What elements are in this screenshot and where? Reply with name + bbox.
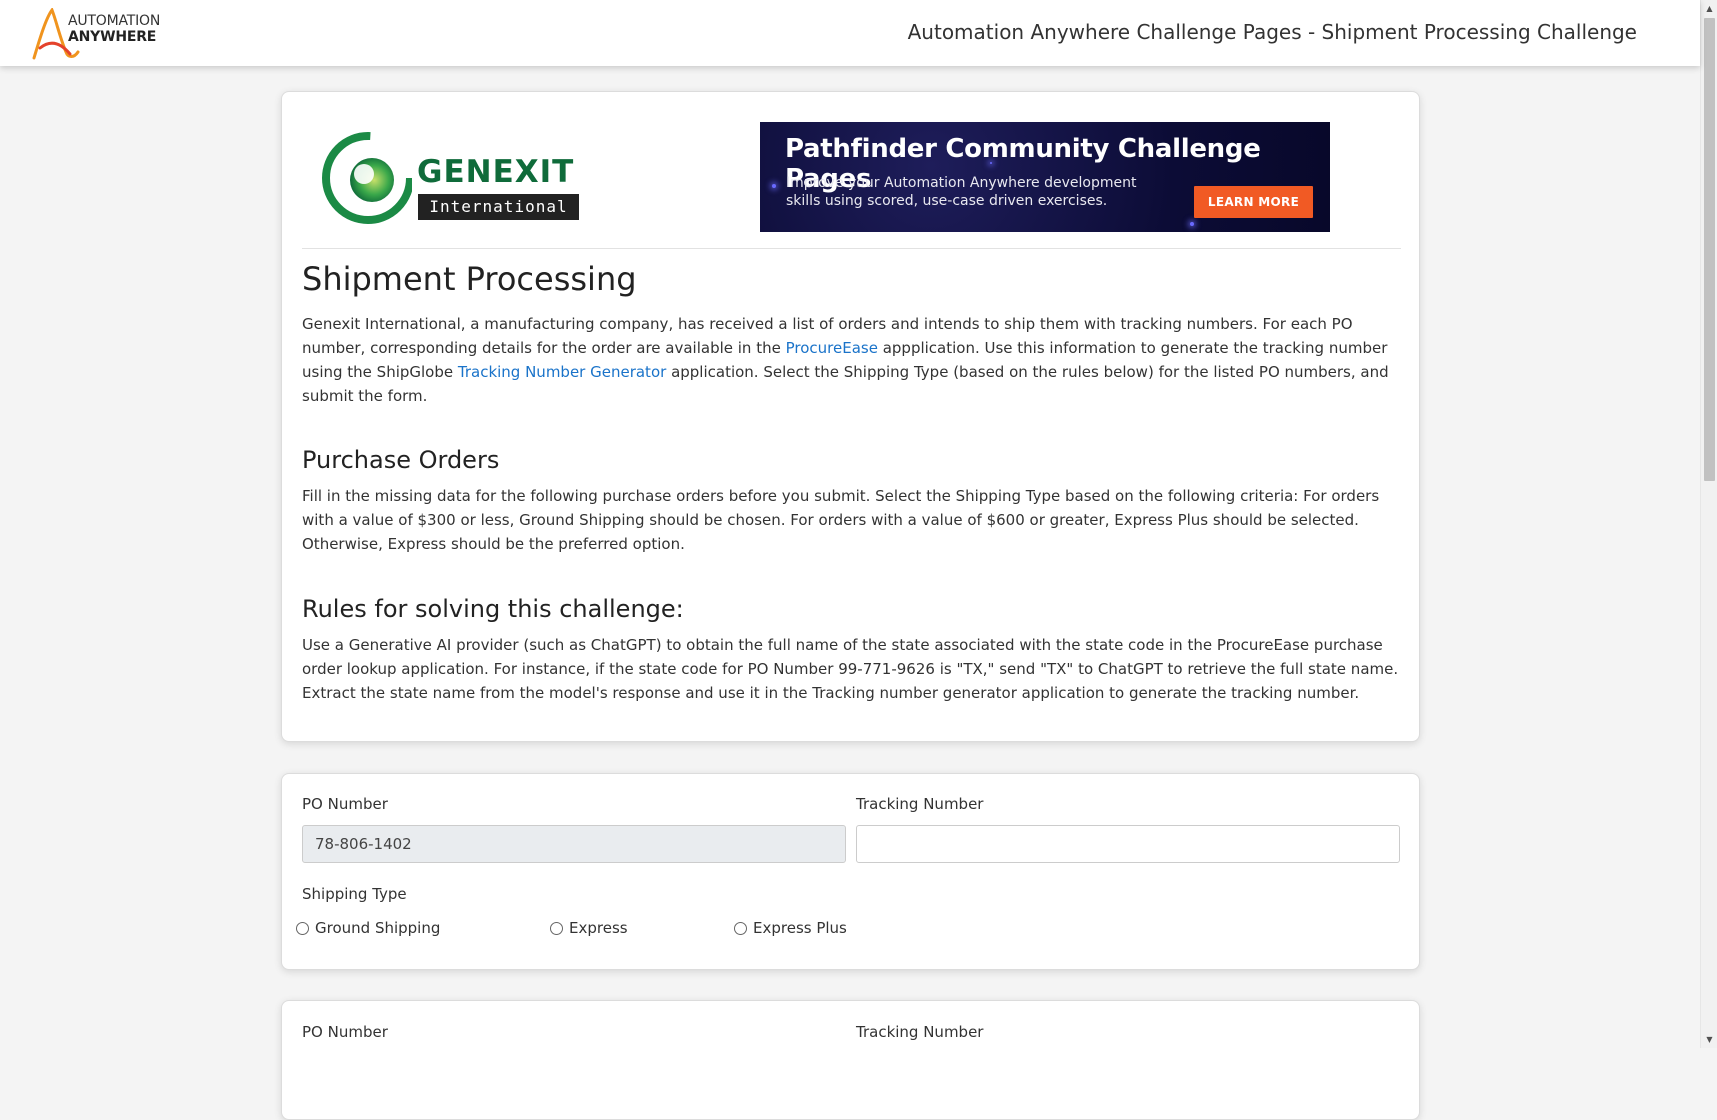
intro-paragraph: Genexit International, a manufacturing c… bbox=[302, 312, 1404, 408]
procureease-link[interactable]: ProcureEase bbox=[786, 339, 878, 357]
tracking-number-label: Tracking Number bbox=[856, 1023, 984, 1041]
ground-shipping-label: Ground Shipping bbox=[315, 919, 441, 937]
genexit-wordmark: GENEXIT bbox=[417, 154, 575, 190]
banner-star-decoration bbox=[1190, 222, 1194, 226]
scroll-down-arrow-icon[interactable]: ▼ bbox=[1701, 1031, 1717, 1048]
logo-wordmark: AUTOMATION ANYWHERE bbox=[68, 13, 160, 45]
genexit-logo: GENEXIT International bbox=[322, 132, 592, 227]
page-header-title: Automation Anywhere Challenge Pages - Sh… bbox=[907, 20, 1637, 44]
radio-circle-icon[interactable] bbox=[550, 921, 563, 935]
genexit-swirl-icon bbox=[322, 132, 412, 224]
shipping-type-radio-group: Ground Shipping Express Express Plus bbox=[296, 917, 1096, 941]
po-number-label: PO Number bbox=[302, 795, 388, 813]
banner-subtitle: Improve your Automation Anywhere develop… bbox=[786, 175, 1137, 209]
scrollbar-thumb[interactable] bbox=[1704, 18, 1715, 481]
purchase-orders-paragraph: Fill in the missing data for the followi… bbox=[302, 487, 1380, 553]
automation-anywhere-logo[interactable]: AUTOMATION ANYWHERE bbox=[30, 8, 170, 60]
top-navbar: AUTOMATION ANYWHERE Automation Anywhere … bbox=[0, 0, 1700, 66]
logo-line-1: AUTOMATION bbox=[68, 13, 161, 29]
pathfinder-banner[interactable]: Pathfinder Community Challenge Pages Imp… bbox=[760, 122, 1330, 232]
page-scrollbar[interactable]: ▲ ▼ bbox=[1700, 0, 1717, 1048]
tracking-number-generator-link[interactable]: Tracking Number Generator bbox=[458, 363, 666, 381]
intro-card: GENEXIT International Pathfinder Communi… bbox=[281, 91, 1420, 742]
purchase-orders-heading: Purchase Orders bbox=[302, 446, 500, 474]
shipping-type-label: Shipping Type bbox=[302, 885, 407, 903]
rules-paragraph: Use a Generative AI provider (such as Ch… bbox=[302, 636, 1399, 702]
po-form-card: PO Number 78-806-1402 Tracking Number Sh… bbox=[281, 773, 1420, 970]
po-number-input[interactable]: 78-806-1402 bbox=[302, 825, 846, 863]
radio-circle-icon[interactable] bbox=[296, 921, 309, 935]
po-form-card: PO Number Tracking Number bbox=[281, 1000, 1420, 1120]
genexit-subtitle: International bbox=[418, 194, 579, 220]
express-plus-label: Express Plus bbox=[753, 919, 847, 937]
header-divider bbox=[302, 248, 1401, 249]
scroll-up-arrow-icon[interactable]: ▲ bbox=[1701, 0, 1717, 17]
ground-shipping-radio[interactable]: Ground Shipping bbox=[296, 917, 440, 939]
banner-star-decoration bbox=[772, 184, 776, 188]
express-label: Express bbox=[569, 919, 628, 937]
logo-line-2: ANYWHERE bbox=[68, 29, 157, 45]
tracking-number-input[interactable] bbox=[856, 825, 1400, 863]
learn-more-button[interactable]: LEARN MORE bbox=[1194, 186, 1313, 218]
tracking-number-label: Tracking Number bbox=[856, 795, 984, 813]
express-plus-radio[interactable]: Express Plus bbox=[734, 917, 847, 939]
radio-circle-icon[interactable] bbox=[734, 921, 747, 935]
page-title: Shipment Processing bbox=[302, 260, 637, 298]
express-radio[interactable]: Express bbox=[550, 917, 628, 939]
rules-heading: Rules for solving this challenge: bbox=[302, 595, 684, 623]
po-number-label: PO Number bbox=[302, 1023, 388, 1041]
